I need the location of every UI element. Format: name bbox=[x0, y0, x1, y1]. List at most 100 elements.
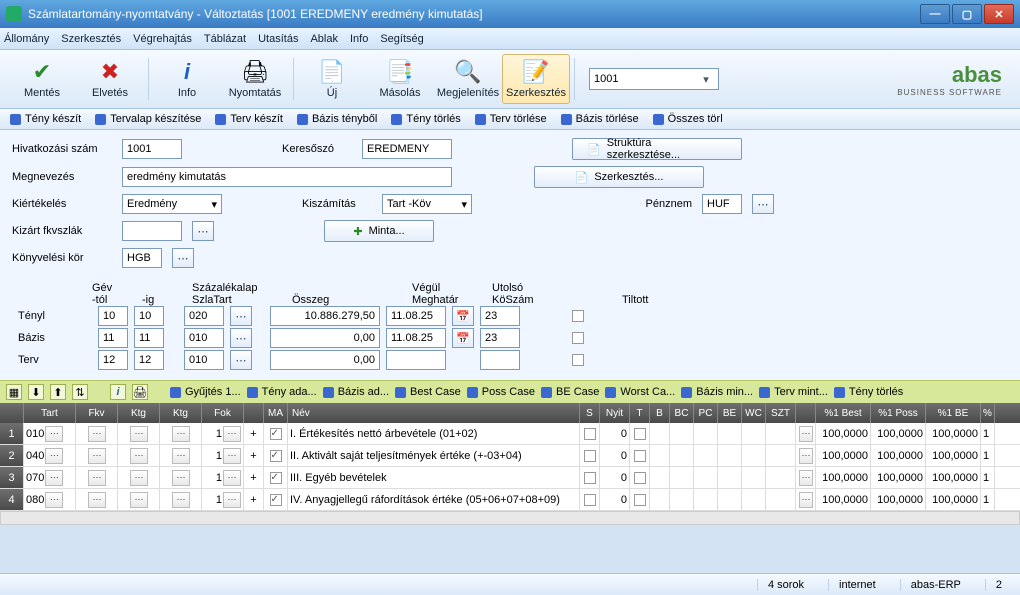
col-b[interactable]: B bbox=[650, 403, 670, 423]
cell-ktg2[interactable]: ⋯ bbox=[160, 423, 202, 444]
menu-allomany[interactable]: Állomány bbox=[4, 33, 49, 45]
cell-nyit[interactable]: 0 bbox=[600, 423, 630, 444]
discard-button[interactable]: ✖Elvetés bbox=[76, 54, 144, 104]
konyv-input[interactable]: HGB bbox=[122, 248, 162, 268]
print-icon[interactable]: 🖨 bbox=[132, 384, 148, 400]
col-s[interactable]: S bbox=[580, 403, 600, 423]
cell-ma[interactable] bbox=[264, 489, 288, 510]
col-fok[interactable]: Fok bbox=[202, 403, 244, 423]
lookup-icon[interactable]: ⋯ bbox=[172, 492, 190, 508]
lookup-icon[interactable]: ⋯ bbox=[223, 448, 241, 464]
ma-checkbox[interactable] bbox=[270, 450, 282, 462]
sum-szt-lookup[interactable]: ⋯ bbox=[230, 350, 252, 370]
strip-teny-torles[interactable]: Tény törlés bbox=[391, 113, 460, 125]
struktura-button[interactable]: 📄Struktúra szerkesztése... bbox=[572, 138, 742, 160]
mid-bazis-ad[interactable]: Bázis ad... bbox=[323, 386, 389, 398]
col-p1poss[interactable]: %1 Poss bbox=[871, 403, 926, 423]
col-szt[interactable]: SZT bbox=[766, 403, 796, 423]
s-checkbox[interactable] bbox=[584, 450, 596, 462]
menu-segitseg[interactable]: Segítség bbox=[380, 33, 423, 45]
table-row[interactable]: 1 010⋯ ⋯ ⋯ ⋯ 1⋯ + I. Értékesítés nettó á… bbox=[0, 423, 1020, 445]
sum-ig-input[interactable]: 11 bbox=[134, 328, 164, 348]
col-fkv[interactable]: Fkv bbox=[76, 403, 118, 423]
sum-ig-input[interactable]: 10 bbox=[134, 306, 164, 326]
cell-plus[interactable]: + bbox=[244, 489, 264, 510]
lookup-icon[interactable]: ⋯ bbox=[45, 470, 63, 486]
col-pc[interactable]: PC bbox=[694, 403, 718, 423]
col-pct[interactable]: % bbox=[981, 403, 995, 423]
mid-bazis-min[interactable]: Bázis min... bbox=[681, 386, 753, 398]
calendar-icon[interactable]: 📅 bbox=[452, 328, 474, 348]
cell-tart[interactable]: 010⋯ bbox=[24, 423, 76, 444]
cell-plus[interactable]: + bbox=[244, 467, 264, 488]
ma-checkbox[interactable] bbox=[270, 428, 282, 440]
sum-tiltott-checkbox[interactable] bbox=[572, 354, 584, 366]
penznem-input[interactable]: HUF bbox=[702, 194, 742, 214]
sum-szt-lookup[interactable]: ⋯ bbox=[230, 328, 252, 348]
col-nev[interactable]: Név bbox=[288, 403, 580, 423]
menu-utasitas[interactable]: Utasítás bbox=[258, 33, 298, 45]
cell-nyit[interactable]: 0 bbox=[600, 445, 630, 466]
cell-tart[interactable]: 070⋯ bbox=[24, 467, 76, 488]
cell-pct[interactable]: 1 bbox=[981, 445, 995, 466]
cell-best[interactable]: 100,0000 bbox=[816, 445, 871, 466]
cell-best[interactable]: 100,0000 bbox=[816, 489, 871, 510]
cell-best[interactable]: 100,0000 bbox=[816, 423, 871, 444]
cell-ma[interactable] bbox=[264, 467, 288, 488]
cell-ktg2[interactable]: ⋯ bbox=[160, 489, 202, 510]
cell-be1[interactable]: 100,0000 bbox=[926, 445, 981, 466]
cell-t[interactable] bbox=[630, 445, 650, 466]
cell-poss[interactable]: 100,0000 bbox=[871, 423, 926, 444]
lookup-icon[interactable]: ⋯ bbox=[88, 426, 106, 442]
col-wc[interactable]: WC bbox=[742, 403, 766, 423]
minimize-button[interactable]: — bbox=[920, 4, 950, 24]
cell-be1[interactable]: 100,0000 bbox=[926, 423, 981, 444]
lookup-icon[interactable]: ⋯ bbox=[799, 448, 813, 464]
lookup-icon[interactable]: ⋯ bbox=[223, 470, 241, 486]
cell-s[interactable] bbox=[580, 489, 600, 510]
megnevezes-input[interactable]: eredmény kimutatás bbox=[122, 167, 452, 187]
lookup-icon[interactable]: ⋯ bbox=[88, 470, 106, 486]
cell-fkv[interactable]: ⋯ bbox=[76, 489, 118, 510]
col-p1best[interactable]: %1 Best bbox=[816, 403, 871, 423]
cell-plus[interactable]: + bbox=[244, 445, 264, 466]
kiertekeles-select[interactable]: Eredmény▾ bbox=[122, 194, 222, 214]
sum-tol-input[interactable]: 11 bbox=[98, 328, 128, 348]
new-button[interactable]: 📄Új bbox=[298, 54, 366, 104]
mid-gyujtes[interactable]: Gyűjtés 1... bbox=[170, 386, 241, 398]
menu-vegrehajtas[interactable]: Végrehajtás bbox=[133, 33, 192, 45]
cell-ktg1[interactable]: ⋯ bbox=[118, 445, 160, 466]
print-button[interactable]: 🖨Nyomtatás bbox=[221, 54, 289, 104]
konyv-lookup-button[interactable]: ⋯ bbox=[172, 248, 194, 268]
cell-nev[interactable]: II. Aktivált saját teljesítmények értéke… bbox=[288, 445, 580, 466]
sum-osszeg-input[interactable]: 10.886.279,50 bbox=[270, 306, 380, 326]
sum-tiltott-checkbox[interactable] bbox=[572, 332, 584, 344]
cell-fok[interactable]: 1⋯ bbox=[202, 423, 244, 444]
sum-ig-input[interactable]: 12 bbox=[134, 350, 164, 370]
cell-s[interactable] bbox=[580, 423, 600, 444]
col-ma[interactable]: MA bbox=[264, 403, 288, 423]
cell-tart[interactable]: 080⋯ bbox=[24, 489, 76, 510]
cell-lookup[interactable]: ⋯ bbox=[796, 489, 816, 510]
sum-osszeg-input[interactable]: 0,00 bbox=[270, 350, 380, 370]
cell-ktg2[interactable]: ⋯ bbox=[160, 445, 202, 466]
lookup-icon[interactable]: ⋯ bbox=[88, 448, 106, 464]
sum-szt-lookup[interactable]: ⋯ bbox=[230, 306, 252, 326]
col-gap[interactable] bbox=[796, 403, 816, 423]
hivatkozasi-szam-input[interactable]: 1001 bbox=[122, 139, 182, 159]
show-button[interactable]: 🔍Megjelenítés bbox=[434, 54, 502, 104]
cell-ktg2[interactable]: ⋯ bbox=[160, 467, 202, 488]
down-icon[interactable]: ⬇ bbox=[28, 384, 44, 400]
info-icon[interactable]: i bbox=[110, 384, 126, 400]
col-tart[interactable]: Tart bbox=[24, 403, 76, 423]
cell-poss[interactable]: 100,0000 bbox=[871, 467, 926, 488]
cell-t[interactable] bbox=[630, 489, 650, 510]
strip-terv-keszit[interactable]: Terv készít bbox=[215, 113, 283, 125]
cell-be1[interactable]: 100,0000 bbox=[926, 489, 981, 510]
table-row[interactable]: 4 080⋯ ⋯ ⋯ ⋯ 1⋯ + IV. Anyagjellegű ráfor… bbox=[0, 489, 1020, 511]
lookup-icon[interactable]: ⋯ bbox=[172, 470, 190, 486]
ma-checkbox[interactable] bbox=[270, 472, 282, 484]
col-t[interactable]: T bbox=[630, 403, 650, 423]
close-button[interactable]: ✕ bbox=[984, 4, 1014, 24]
penznem-lookup-button[interactable]: ⋯ bbox=[752, 194, 774, 214]
